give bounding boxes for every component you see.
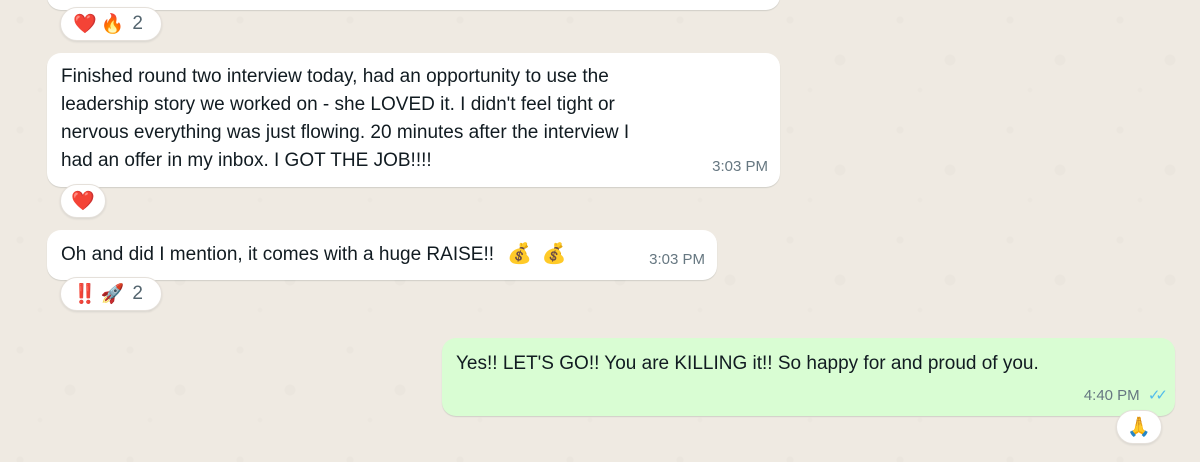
message-line: Finished round two interview today, had … [61,66,609,87]
money-bag-emoji: 💰 [541,243,567,265]
message-line: nervous everything was just flowing. 20 … [61,122,630,143]
rocket-emoji: 🚀 [100,284,125,305]
fire-emoji: 🔥 [100,14,125,35]
folded-hands-emoji: 🙏 [1127,417,1151,438]
message-time: 4:40 PM [1083,387,1140,404]
read-receipt-icon: ✓✓ [1147,387,1168,404]
message-bubble-clipped[interactable] [47,0,780,10]
message-line: leadership story we worked on - she LOVE… [61,94,615,115]
message-bubble-incoming[interactable]: Oh and did I mention, it comes with a hu… [47,230,717,280]
message-line: had an offer in my inbox. I GOT THE JOB!… [61,150,432,171]
heart-emoji: ❤️ [71,191,95,212]
message-time: 3:03 PM [712,158,768,175]
message-bubble-incoming[interactable]: Finished round two interview today, had … [47,53,780,187]
reaction-count: 2 [132,13,143,34]
reaction-pill-m1[interactable]: ❤️ [60,184,106,218]
message-meta: 4:40 PM ✓✓ [1083,382,1168,410]
message-text: Oh and did I mention, it comes with a hu… [61,244,495,265]
reaction-pill-m2[interactable]: ‼️ 🚀 2 [60,277,162,311]
reaction-count: 2 [132,283,143,304]
message-bubble-outgoing[interactable]: Yes!! LET'S GO!! You are KILLING it!! So… [442,338,1175,416]
message-text: Yes!! LET'S GO!! You are KILLING it!! So… [456,353,1039,374]
money-bag-emoji: 💰 [507,243,533,265]
reaction-pill-m0[interactable]: ❤️ 🔥 2 [60,7,162,41]
double-exclamation-emoji: ‼️ [73,284,97,305]
heart-emoji: ❤️ [73,14,97,35]
message-time: 3:03 PM [649,251,705,268]
reaction-pill-m3[interactable]: 🙏 [1116,410,1162,444]
